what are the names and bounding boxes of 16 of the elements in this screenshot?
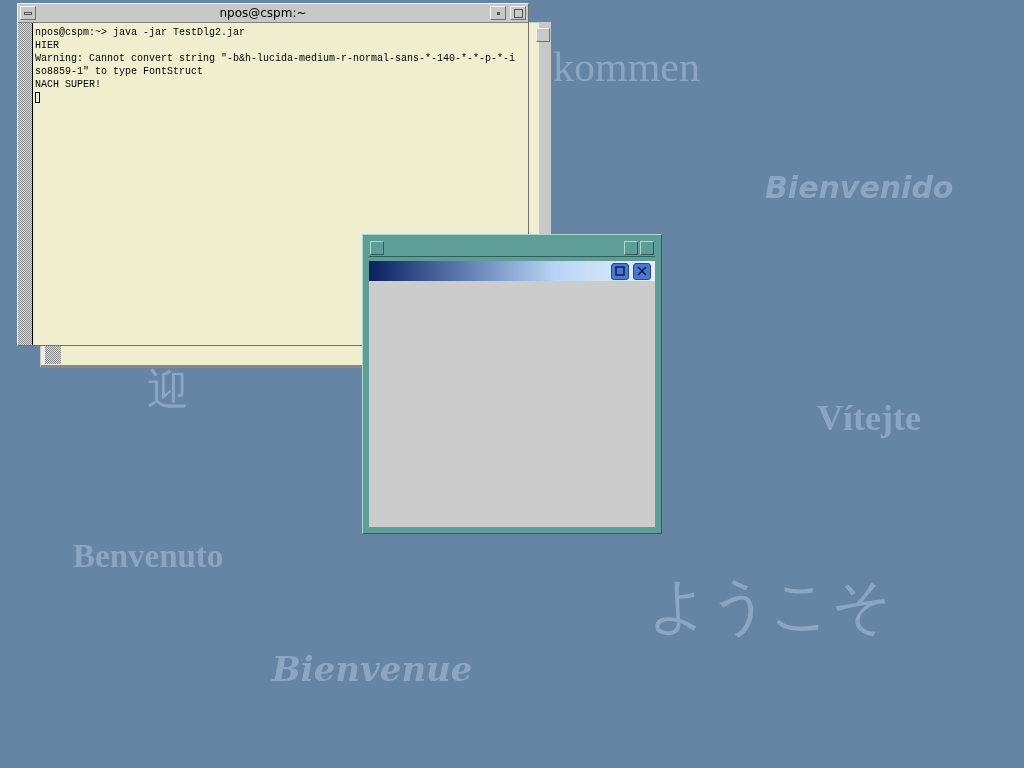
terminal-line: Warning: Cannot convert string "-b&h-lucida-medium-r-normal-sans-*-140-*-*-p-*-i bbox=[35, 52, 517, 65]
close-button[interactable] bbox=[633, 262, 651, 280]
window-title: npos@cspm:~ bbox=[218, 6, 308, 20]
bar-icon bbox=[24, 11, 32, 15]
terminal-line: so8859-1" to type FontStruct bbox=[35, 65, 205, 78]
scrollbar-thumb[interactable] bbox=[44, 345, 62, 365]
minimize-button[interactable] bbox=[624, 240, 638, 255]
menu-button[interactable] bbox=[370, 240, 384, 255]
terminal-line: HIER bbox=[35, 39, 60, 52]
terminal-line: NACH SUPER! bbox=[35, 78, 102, 91]
maximize-button[interactable] bbox=[611, 262, 629, 280]
square-icon bbox=[615, 266, 625, 276]
close-icon bbox=[637, 266, 647, 276]
terminal-line: npos@cspm:~> java -jar TestDlg2.jar bbox=[35, 26, 247, 39]
text-cursor bbox=[35, 92, 40, 103]
scrollbar[interactable] bbox=[18, 23, 33, 345]
